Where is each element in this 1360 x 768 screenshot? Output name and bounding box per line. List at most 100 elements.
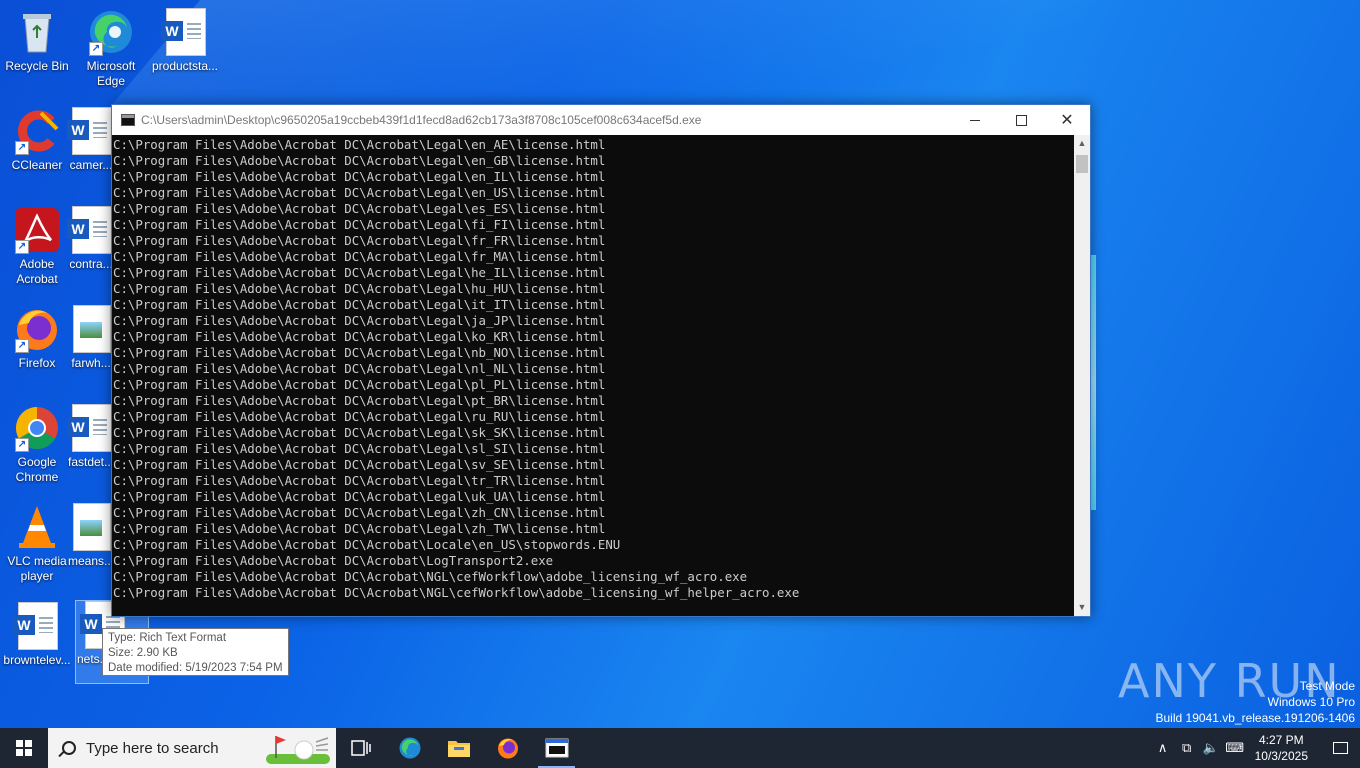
file-info-tooltip: Type: Rich Text Format Size: 2.90 KB Dat…	[102, 628, 289, 676]
icon-label: contra...	[69, 257, 113, 271]
desktop-icon-productsta[interactable]: W productsta...	[149, 8, 221, 74]
console-line: C:\Program Files\Adobe\Acrobat DC\Acroba…	[113, 137, 606, 152]
console-window[interactable]: C:\Users\admin\Desktop\c9650205a19ccbeb4…	[111, 104, 1091, 617]
console-line: C:\Program Files\Adobe\Acrobat DC\Acroba…	[113, 361, 606, 376]
console-line: C:\Program Files\Adobe\Acrobat DC\Acroba…	[113, 441, 606, 456]
desktop-icon-farwh[interactable]: farwh...	[66, 305, 116, 371]
volume-icon[interactable]: 🔈	[1199, 740, 1223, 756]
window-title: C:\Users\admin\Desktop\c9650205a19ccbeb4…	[141, 113, 702, 127]
console-line: C:\Program Files\Adobe\Acrobat DC\Acroba…	[113, 473, 606, 488]
image-file-icon	[67, 503, 115, 551]
console-line: C:\Program Files\Adobe\Acrobat DC\Acroba…	[113, 505, 606, 520]
image-file-icon	[67, 305, 115, 353]
console-line: C:\Program Files\Adobe\Acrobat DC\Acroba…	[113, 377, 606, 392]
desktop-icon-contra[interactable]: W contra...	[66, 206, 116, 272]
windows-test-mode-watermark: Test Mode Windows 10 Pro Build 19041.vb_…	[1156, 678, 1356, 726]
folder-icon	[447, 741, 470, 757]
scroll-down-arrow-icon[interactable]: ▼	[1074, 599, 1090, 616]
console-line: C:\Program Files\Adobe\Acrobat DC\Acroba…	[113, 217, 606, 232]
search-placeholder: Type here to search	[86, 739, 219, 757]
ccleaner-icon: ↗	[13, 107, 61, 155]
vlc-cone-icon	[13, 503, 61, 551]
build-text: Build 19041.vb_release.191206-1406	[1155, 711, 1356, 725]
windows-edition-text: Windows 10 Pro	[1267, 695, 1355, 709]
start-button[interactable]	[0, 728, 48, 768]
console-line: C:\Program Files\Adobe\Acrobat DC\Acroba…	[113, 489, 606, 504]
golf-search-highlight-icon	[266, 736, 330, 764]
taskbar-firefox-button[interactable]	[483, 728, 532, 768]
tooltip-size: Size: 2.90 KB	[108, 647, 178, 659]
action-center-button[interactable]	[1320, 728, 1360, 768]
icon-label: CCleaner	[11, 158, 63, 172]
desktop-icon-adobe-acrobat[interactable]: ↗ Adobe Acrobat	[1, 206, 73, 287]
console-output[interactable]: C:\Program Files\Adobe\Acrobat DC\Acroba…	[112, 135, 1074, 616]
shortcut-arrow-icon: ↗	[15, 240, 29, 254]
desktop-icon-google-chrome[interactable]: ↗ Google Chrome	[1, 404, 73, 485]
word-document-icon: W	[13, 602, 61, 650]
tooltip-date-modified: Date modified: 5/19/2023 7:54 PM	[108, 662, 283, 674]
taskbar-edge-button[interactable]	[385, 728, 434, 768]
console-line: C:\Program Files\Adobe\Acrobat DC\Acroba…	[113, 425, 606, 440]
console-line: C:\Program Files\Adobe\Acrobat DC\Acroba…	[113, 249, 606, 264]
console-line: C:\Program Files\Adobe\Acrobat DC\Acroba…	[113, 265, 606, 280]
scroll-thumb[interactable]	[1076, 155, 1088, 173]
desktop-icon-fastdet[interactable]: W fastdet...	[66, 404, 116, 470]
icon-label: productsta...	[151, 59, 219, 73]
console-line: C:\Program Files\Adobe\Acrobat DC\Acroba…	[113, 521, 606, 536]
icon-label: farwh...	[71, 356, 111, 370]
show-hidden-icons-chevron-icon[interactable]: ∧	[1151, 740, 1175, 756]
taskbar: Type here to search ∧ ⧉ 🔈 ⌨ 4:27 PM 10/3…	[0, 728, 1360, 768]
console-line: C:\Program Files\Adobe\Acrobat DC\Acroba…	[113, 457, 606, 472]
console-line: C:\Program Files\Adobe\Acrobat DC\Acroba…	[113, 297, 606, 312]
desktop-icon-vlc-media-player[interactable]: VLC media player	[1, 503, 73, 584]
scroll-up-arrow-icon[interactable]: ▲	[1074, 135, 1090, 152]
recycle-bin-icon	[13, 8, 61, 56]
search-icon	[62, 741, 76, 755]
console-line: C:\Program Files\Adobe\Acrobat DC\Acroba…	[113, 329, 606, 344]
chrome-icon: ↗	[13, 404, 61, 452]
edge-icon	[399, 737, 420, 759]
meet-now-icon[interactable]: ⧉	[1175, 740, 1199, 756]
firefox-icon	[497, 738, 518, 759]
close-icon: ✕	[1060, 112, 1074, 129]
task-view-button[interactable]	[336, 728, 385, 768]
taskbar-search-box[interactable]: Type here to search	[48, 728, 336, 768]
minimize-icon	[970, 119, 980, 121]
desktop-icon-browntelev[interactable]: W browntelev...	[1, 602, 73, 668]
console-app-icon	[121, 114, 135, 126]
shortcut-arrow-icon: ↗	[89, 42, 103, 56]
system-tray: ∧ ⧉ 🔈 ⌨ 4:27 PM 10/3/2025	[1151, 728, 1360, 768]
taskbar-file-explorer-button[interactable]	[434, 728, 483, 768]
clock-date: 10/3/2025	[1254, 749, 1308, 763]
window-titlebar[interactable]: C:\Users\admin\Desktop\c9650205a19ccbeb4…	[112, 105, 1090, 135]
maximize-icon	[1015, 114, 1027, 126]
word-document-icon: W	[67, 107, 115, 155]
icon-label: fastdet...	[67, 455, 115, 469]
maximize-button[interactable]	[998, 105, 1044, 135]
test-mode-text: Test Mode	[1299, 679, 1355, 693]
task-view-icon	[350, 740, 371, 756]
console-line: C:\Program Files\Adobe\Acrobat DC\Acroba…	[113, 233, 606, 248]
taskbar-console-button[interactable]	[532, 728, 581, 768]
console-line: C:\Program Files\Adobe\Acrobat DC\Acroba…	[113, 281, 606, 296]
console-line: C:\Program Files\Adobe\Acrobat DC\Acroba…	[113, 185, 606, 200]
taskbar-clock[interactable]: 4:27 PM 10/3/2025	[1255, 732, 1308, 764]
desktop-icon-means[interactable]: means...	[66, 503, 116, 569]
shortcut-arrow-icon: ↗	[15, 339, 29, 353]
network-icon[interactable]: ⌨	[1223, 740, 1247, 756]
console-line: C:\Program Files\Adobe\Acrobat DC\Acroba…	[113, 313, 606, 328]
console-line: C:\Program Files\Adobe\Acrobat DC\Acroba…	[113, 569, 748, 584]
desktop-icon-ccleaner[interactable]: ↗ CCleaner	[1, 107, 73, 173]
desktop-icon-firefox[interactable]: ↗ Firefox	[1, 305, 73, 371]
console-line: C:\Program Files\Adobe\Acrobat DC\Acroba…	[113, 537, 621, 552]
desktop-icon-camer[interactable]: W camer...	[66, 107, 116, 173]
clock-time: 4:27 PM	[1258, 733, 1304, 747]
minimize-button[interactable]	[952, 105, 998, 135]
vertical-scrollbar[interactable]: ▲ ▼	[1074, 135, 1090, 616]
word-document-icon: W	[67, 206, 115, 254]
close-button[interactable]: ✕	[1044, 105, 1090, 135]
shortcut-arrow-icon: ↗	[15, 438, 29, 452]
desktop-icon-microsoft-edge[interactable]: ↗ Microsoft Edge	[75, 8, 147, 89]
console-line: C:\Program Files\Adobe\Acrobat DC\Acroba…	[113, 169, 606, 184]
desktop-icon-recycle-bin[interactable]: Recycle Bin	[1, 8, 73, 74]
